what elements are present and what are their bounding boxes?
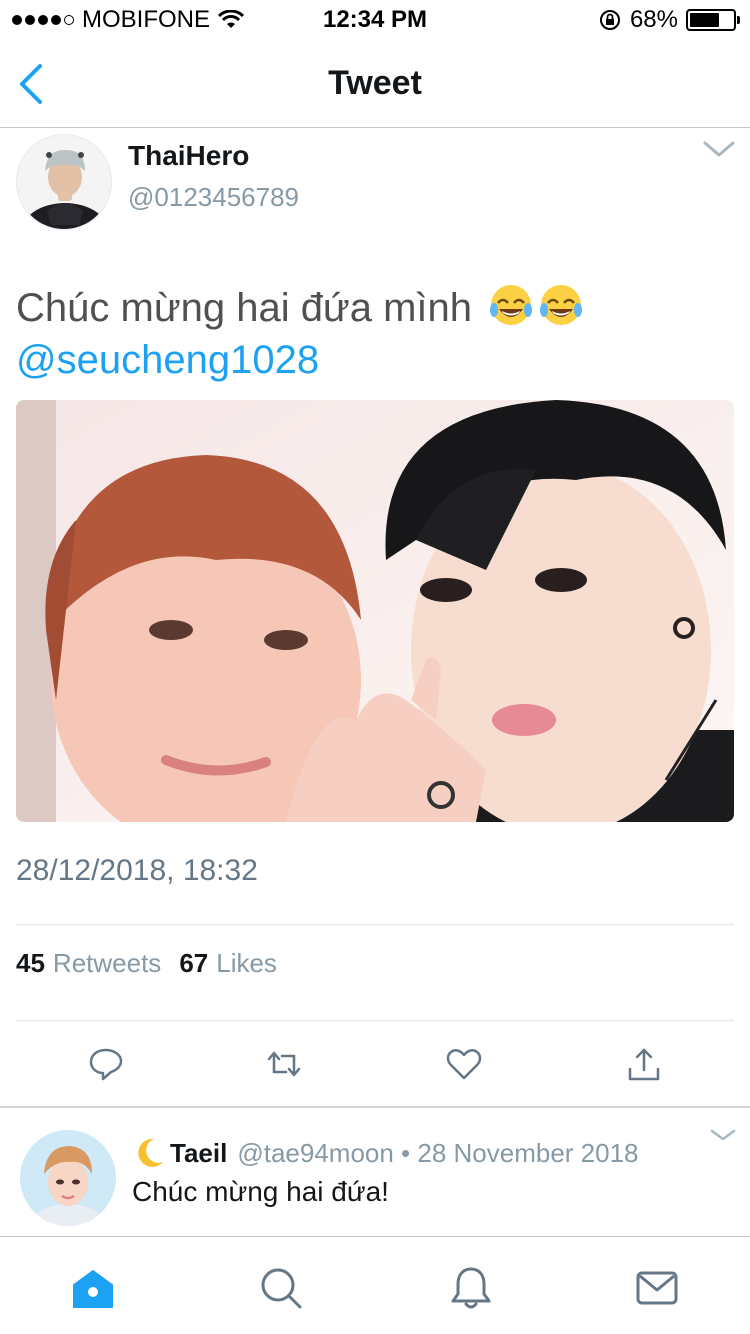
tweet-stats: 45 Retweets 67 Likes	[16, 948, 277, 979]
retweets-label: Retweets	[52, 948, 162, 978]
like-icon[interactable]	[446, 1046, 482, 1082]
search-icon[interactable]	[258, 1265, 304, 1311]
battery-level	[690, 13, 719, 27]
nav-bar: Tweet	[0, 40, 750, 128]
reply-icon[interactable]	[88, 1046, 124, 1082]
crescent-moon-icon	[138, 1138, 163, 1167]
reply-text: Chúc mừng hai đứa!	[132, 1176, 389, 1207]
notifications-icon[interactable]	[448, 1265, 494, 1311]
retweets-count: 45	[16, 948, 45, 978]
tab-bar	[0, 1236, 750, 1334]
chevron-down-icon[interactable]	[702, 138, 736, 160]
battery-icon	[686, 9, 740, 31]
tears-of-joy-emoji-icon	[490, 285, 533, 325]
share-icon[interactable]	[626, 1046, 662, 1082]
tweet-text: Chúc mừng hai đứa mình @seucheng1028	[16, 282, 736, 386]
mention-link[interactable]: @seucheng1028	[16, 334, 736, 386]
page-title: Tweet	[328, 64, 422, 102]
divider	[16, 924, 734, 925]
status-bar: MOBIFONE 12:34 PM 68%	[0, 0, 750, 40]
reply-handle-date: @tae94moon • 28 November 2018	[237, 1137, 639, 1168]
reply-author-name[interactable]: Taeil	[170, 1138, 227, 1169]
tweet-photo[interactable]	[16, 400, 734, 822]
chevron-down-icon[interactable]	[710, 1128, 736, 1142]
rotation-lock-icon	[599, 10, 620, 30]
author-avatar[interactable]	[16, 134, 112, 230]
home-icon[interactable]	[70, 1265, 116, 1311]
tweet-actions	[0, 1040, 750, 1090]
reply-avatar[interactable]	[20, 1130, 116, 1226]
tweet-body: Chúc mừng hai đứa mình	[16, 286, 472, 330]
reply-header: Taeil @tae94moon • 28 November 2018	[132, 1136, 639, 1170]
author-handle[interactable]: @0123456789	[128, 182, 299, 213]
tears-of-joy-emoji-icon	[540, 285, 583, 325]
likes-count: 67	[179, 948, 209, 978]
battery-percent: 68%	[629, 6, 678, 33]
messages-icon[interactable]	[634, 1265, 680, 1311]
divider	[16, 1020, 734, 1021]
likes-label: Likes	[216, 948, 277, 978]
retweet-icon[interactable]	[266, 1046, 302, 1082]
likes-stat[interactable]: 67 Likes	[179, 948, 277, 979]
retweets-stat[interactable]: 45 Retweets	[16, 948, 161, 979]
status-right: 68%	[598, 6, 740, 34]
thread-separator	[0, 1106, 750, 1108]
author-name[interactable]: ThaiHero	[128, 140, 249, 172]
tweet-timestamp: 28/12/2018, 18:32	[16, 854, 258, 887]
